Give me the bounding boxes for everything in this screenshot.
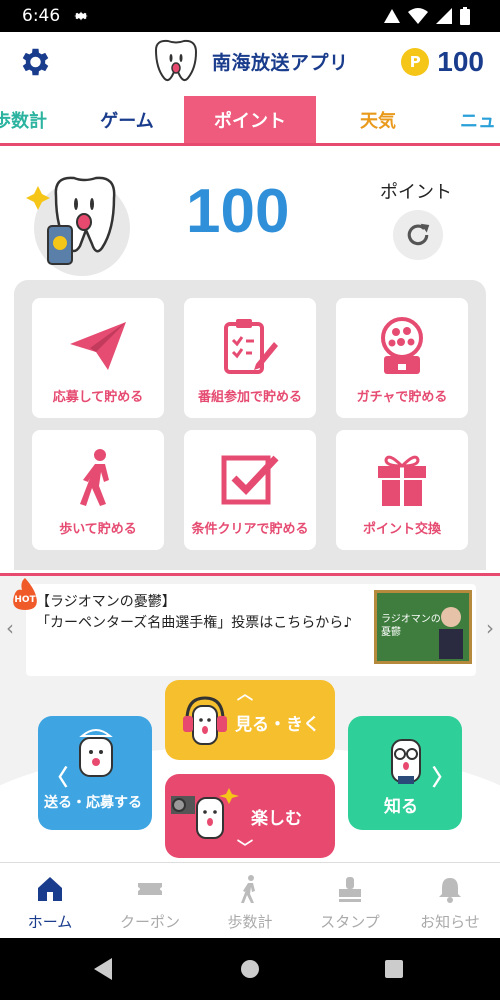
mascot-with-phone-icon [26,176,130,276]
mascot-glasses-icon [391,739,421,784]
chevron-left-icon: 〈 [46,766,69,791]
nav-label: 歩数計 [227,913,273,931]
app-header: 南海放送アプリ P 100 [0,32,500,94]
header-points[interactable]: P 100 [401,46,484,78]
grid-card-label: ポイント交換 [362,522,441,537]
battery-icon [460,7,470,25]
status-time: 6:46 [22,6,61,26]
tab-points[interactable]: ポイント [184,96,316,143]
points-value: 100 [186,177,290,246]
signal-bars-icon [436,8,452,24]
watch-listen-button[interactable]: ︿ 見る・きく [165,680,335,760]
nav-coupon[interactable]: クーポン [100,863,200,938]
grid-card-clear[interactable]: 条件クリアで貯める [184,430,316,550]
refresh-icon [407,223,430,246]
settings-status-icon [74,11,88,21]
presenter-image-icon [439,607,463,659]
send-apply-label: 送る・応募する [44,795,142,811]
nav-home[interactable]: ホーム [0,863,100,938]
grid-card-label: 歩いて貯める [59,522,137,537]
mascot-headphones-icon [183,696,227,745]
tab-news[interactable]: ニュ [460,96,500,143]
refresh-button[interactable] [393,210,443,260]
svg-text:HOT: HOT [14,595,36,605]
enjoy-button[interactable]: 楽しむ ﹀ [165,774,335,858]
news-card[interactable]: 【ラジオマンの憂鬱】 「カーペンターズ名曲選手権」投票はこちらから♪ ラジオマン… [26,584,476,676]
enjoy-label: 楽しむ [251,809,302,829]
chevron-down-icon: ﹀ [237,838,254,857]
gacha-machine-icon [381,317,423,374]
grid-card-label: 条件クリアで貯める [191,522,309,537]
ticket-icon [138,883,162,895]
status-indicators [384,7,470,25]
walking-person-icon [241,875,255,903]
points-label: ポイント [380,182,452,203]
nav-label: お知らせ [420,913,480,931]
carousel-prev-icon[interactable]: ‹ [6,616,14,640]
points-hero: 100 ポイント [0,148,500,278]
checkbox-icon [221,455,279,505]
grid-card-program[interactable]: 番組参加で貯める [184,298,316,418]
home-icon [38,877,62,901]
app-root: 南海放送アプリ P 100 歩数計 ゲーム ポイント 天気 ニュ 100 ポイン… [0,32,500,938]
mascot-logo-icon [154,39,198,82]
grid-card-apply[interactable]: 応募して貯める [32,298,164,418]
mascot-camera-icon [171,788,239,839]
tab-pedometer[interactable]: 歩数計 [0,96,50,143]
paper-plane-icon [70,322,126,370]
nav-stamp[interactable]: スタンプ [300,863,400,938]
bell-icon [439,878,461,903]
nav-notifications[interactable]: お知らせ [400,863,500,938]
chevron-up-icon: ︿ [237,684,254,703]
chevron-right-icon: 〉 [431,766,454,791]
learn-label: 知る [384,797,418,817]
walking-person-icon [80,449,109,506]
gift-icon [378,455,426,506]
nav-label: スタンプ [320,913,380,931]
nav-label: クーポン [119,913,180,931]
news-carousel: ‹ 【ラジオマンの憂鬱】 「カーペンターズ名曲選手権」投票はこちらから♪ ラジオ… [0,576,500,676]
wifi-icon [408,8,428,24]
brand: 南海放送アプリ [150,38,349,84]
send-apply-button[interactable]: 〈 送る・応募する [38,716,152,830]
clipboard-pen-icon [224,319,278,374]
stamp-icon [339,877,361,902]
signal-icon [384,9,400,23]
main-buttons-area: 〈 送る・応募する ︿ 見る・きく 楽しむ ﹀ 知る 〉 [0,676,500,906]
watch-listen-label: 見る・きく [235,715,320,735]
grid-card-label: 番組参加で貯める [197,390,302,405]
tab-weather[interactable]: 天気 [328,96,428,143]
earn-points-grid: 応募して貯める 番組参加で貯める ガチャで貯める 歩いて貯める 条件クリアで貯め… [14,280,486,570]
home-circle-icon[interactable] [240,959,260,979]
coin-icon: P [401,48,430,76]
tab-game[interactable]: ゲーム [72,96,182,143]
status-bar: 6:46 [0,0,500,32]
grid-card-label: ガチャで貯める [356,390,448,405]
hot-flame-icon: HOT [13,578,37,610]
gear-icon[interactable] [16,44,52,80]
nav-pedometer[interactable]: 歩数計 [200,863,300,938]
recents-icon[interactable] [384,959,404,979]
news-text: 【ラジオマンの憂鬱】 「カーペンターズ名曲選手権」投票はこちらから♪ [36,594,353,631]
carousel-next-icon[interactable]: › [486,616,494,640]
system-navigation-bar [0,938,500,1000]
news-thumbnail: ラジオマンの憂鬱 [374,590,472,664]
bottom-navigation: ホーム クーポン 歩数計 スタンプ お知らせ [0,862,500,938]
news-thumb-text: ラジオマンの憂鬱 [381,614,441,638]
category-tabs: 歩数計 ゲーム ポイント 天気 ニュ [0,96,500,146]
mascot-gift-icon [79,729,113,777]
learn-button[interactable]: 知る 〉 [348,716,462,830]
grid-card-gacha[interactable]: ガチャで貯める [336,298,468,418]
back-icon[interactable] [94,958,114,980]
nav-label: ホーム [27,913,73,931]
header-points-value: 100 [437,46,484,77]
grid-card-walk[interactable]: 歩いて貯める [32,430,164,550]
grid-card-label: 応募して貯める [52,390,144,405]
app-title: 南海放送アプリ [212,51,349,74]
grid-card-exchange[interactable]: ポイント交換 [336,430,468,550]
